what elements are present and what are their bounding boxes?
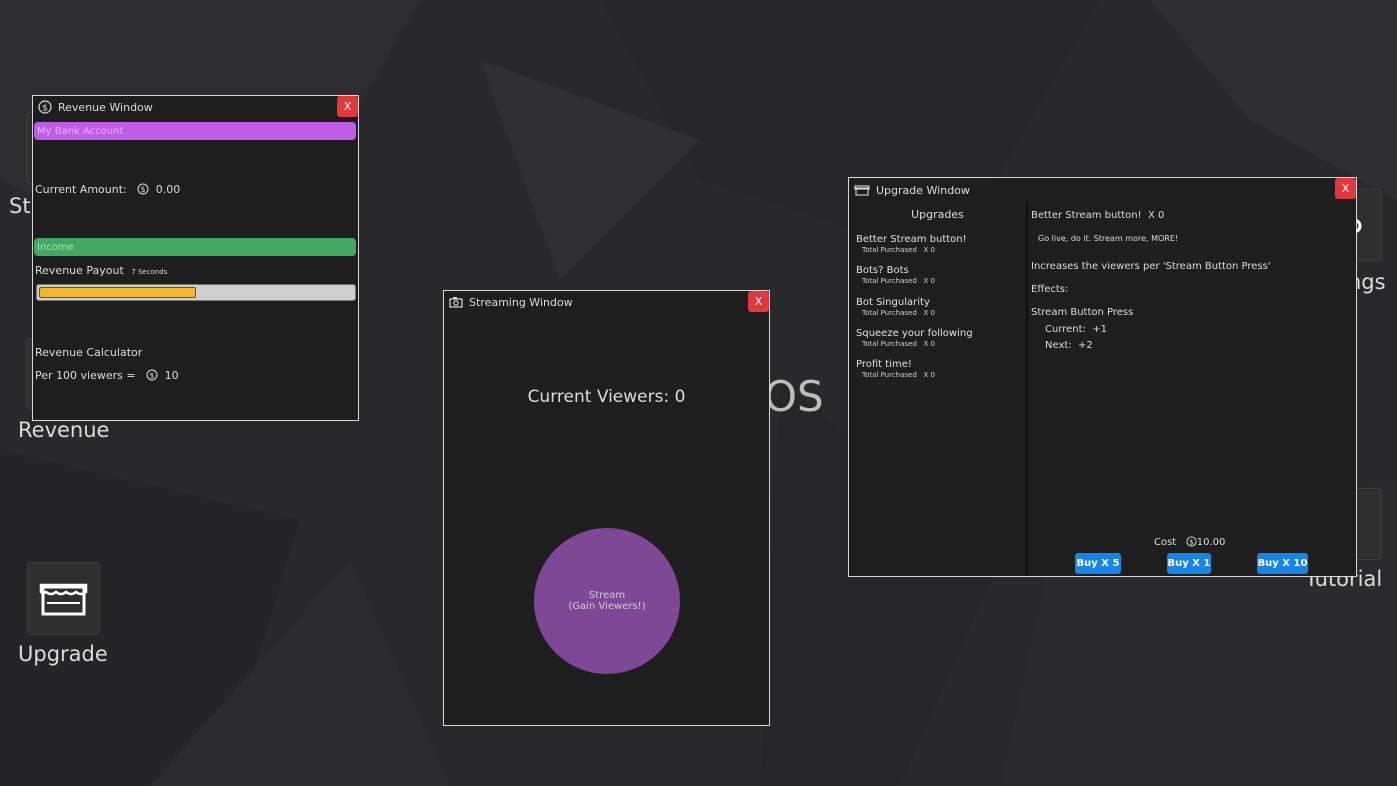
upgrade-list-item[interactable]: Better Stream button! Total Purchased X … bbox=[856, 234, 967, 254]
upgrade-effect-name: Stream Button Press bbox=[1031, 307, 1134, 318]
per-viewers-label: Per 100 viewers = bbox=[35, 369, 136, 382]
shop-icon bbox=[27, 562, 100, 635]
desktop-icon-revenue-label: Revenue bbox=[18, 418, 110, 442]
buy-x5-button[interactable]: Buy X 5 bbox=[1075, 553, 1121, 574]
revenue-payout-label: Revenue Payout bbox=[35, 264, 124, 277]
per-viewers-row: Per 100 viewers = $ 10 bbox=[35, 369, 179, 382]
upgrade-cost-row: Cost $ 10.00 bbox=[1154, 536, 1225, 548]
upgrade-effect-next: Next: +2 bbox=[1045, 340, 1093, 351]
upgrade-list-item[interactable]: Bots? Bots Total Purchased X 0 bbox=[856, 265, 935, 285]
revenue-window-title: Revenue Window bbox=[58, 100, 153, 114]
payout-progress-fill bbox=[39, 287, 196, 298]
stream-button-label: Stream bbox=[588, 590, 626, 601]
stream-button[interactable]: Stream (Gain Viewers!) bbox=[534, 528, 680, 674]
bank-account-header: My Bank Account bbox=[34, 122, 356, 140]
upgrade-item-name: Better Stream button! bbox=[856, 234, 967, 245]
upgrade-detail-tagline: Go live, do it. Stream more, MORE! bbox=[1038, 234, 1179, 243]
upgrade-list-item[interactable]: Squeeze your following Total Purchased X… bbox=[856, 328, 973, 348]
revenue-payout-row: Revenue Payout 7 Seconds bbox=[35, 264, 167, 277]
camera-icon bbox=[449, 297, 463, 308]
buy-x10-button[interactable]: Buy X 10 bbox=[1257, 553, 1308, 574]
svg-text:$: $ bbox=[42, 104, 48, 114]
upgrade-detail-description: Increases the viewers per 'Stream Button… bbox=[1031, 261, 1271, 272]
desktop-icon-upgrade-label: Upgrade bbox=[18, 642, 108, 666]
upgrade-item-purchased: Total Purchased X 0 bbox=[862, 371, 935, 379]
current-viewers-label: Current Viewers: bbox=[527, 387, 670, 407]
upgrade-list-item[interactable]: Profit time! Total Purchased X 0 bbox=[856, 359, 935, 379]
streaming-window-close-button[interactable]: X bbox=[748, 291, 769, 312]
upgrade-item-purchased: Total Purchased X 0 bbox=[862, 340, 935, 348]
coin-icon: $ bbox=[137, 183, 149, 195]
upgrade-item-purchased: Total Purchased X 0 bbox=[862, 246, 935, 254]
revenue-window-titlebar[interactable]: $ Revenue Window bbox=[33, 96, 358, 118]
coin-icon: $ bbox=[1186, 536, 1197, 547]
upgrade-cost-value: 10.00 bbox=[1196, 537, 1226, 548]
streaming-window-titlebar[interactable]: Streaming Window bbox=[444, 291, 769, 313]
desktop-title: OS bbox=[764, 372, 824, 421]
revenue-window: $ Revenue Window X My Bank Account Curre… bbox=[32, 95, 359, 421]
upgrade-item-purchased: Total Purchased X 0 bbox=[862, 309, 935, 317]
upgrade-list-header: Upgrades bbox=[911, 208, 964, 221]
upgrade-item-name: Profit time! bbox=[856, 359, 912, 370]
upgrade-list-divider bbox=[1026, 201, 1028, 576]
upgrade-item-name: Bot Singularity bbox=[856, 297, 930, 308]
dollar-coin-icon: $ bbox=[38, 100, 52, 114]
current-viewers-row: Current Viewers: 0 bbox=[444, 387, 769, 407]
upgrade-window-title: Upgrade Window bbox=[876, 183, 970, 197]
upgrade-window-close-button[interactable]: X bbox=[1335, 178, 1356, 199]
upgrade-effects-label: Effects: bbox=[1031, 284, 1069, 295]
per-viewers-value: 10 bbox=[164, 369, 179, 382]
revenue-calculator-label: Revenue Calculator bbox=[35, 346, 143, 359]
upgrade-window: Upgrade Window X Upgrades Better Stream … bbox=[848, 177, 1357, 577]
current-viewers-value: 0 bbox=[674, 387, 686, 407]
upgrade-effect-current: Current: +1 bbox=[1045, 324, 1108, 335]
payout-progress-bar bbox=[36, 284, 356, 301]
stream-button-sublabel: (Gain Viewers!) bbox=[568, 601, 646, 612]
current-amount-label: Current Amount: bbox=[35, 183, 127, 196]
streaming-window-title: Streaming Window bbox=[469, 295, 573, 309]
buy-x1-button[interactable]: Buy X 1 bbox=[1167, 553, 1211, 574]
coin-icon: $ bbox=[146, 369, 158, 381]
streaming-window: Streaming Window X Current Viewers: 0 St… bbox=[443, 290, 770, 726]
revenue-payout-interval: 7 Seconds bbox=[131, 268, 168, 276]
income-header: Income bbox=[34, 238, 356, 256]
revenue-window-close-button[interactable]: X bbox=[337, 96, 358, 117]
upgrade-cost-label: Cost bbox=[1154, 537, 1177, 548]
shop-icon bbox=[854, 185, 870, 196]
desktop-icon-stream-label: St bbox=[9, 194, 31, 218]
upgrade-item-purchased: Total Purchased X 0 bbox=[862, 277, 935, 285]
svg-text:$: $ bbox=[150, 371, 155, 380]
upgrade-item-name: Bots? Bots bbox=[856, 265, 909, 276]
svg-text:$: $ bbox=[141, 185, 146, 194]
svg-text:$: $ bbox=[1189, 538, 1193, 546]
current-amount-row: Current Amount: $ 0.00 bbox=[35, 183, 180, 196]
upgrade-detail-title: Better Stream button! X 0 bbox=[1031, 210, 1165, 221]
upgrade-list-item[interactable]: Bot Singularity Total Purchased X 0 bbox=[856, 297, 935, 317]
upgrade-item-name: Squeeze your following bbox=[856, 328, 973, 339]
current-amount-value: 0.00 bbox=[155, 183, 181, 196]
upgrade-window-titlebar[interactable]: Upgrade Window bbox=[849, 179, 1356, 201]
